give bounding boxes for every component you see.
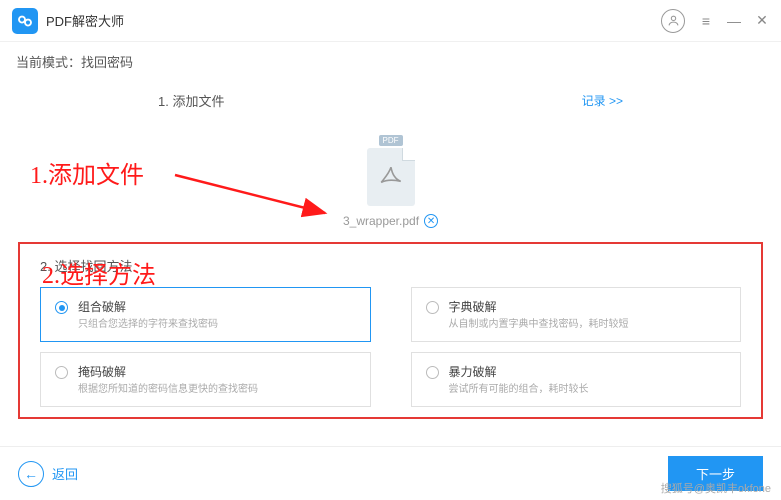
radio-icon: [426, 366, 439, 379]
annotation-arrow-icon: [170, 165, 340, 225]
mode-label: 当前模式：: [16, 55, 81, 70]
user-icon[interactable]: [661, 9, 685, 33]
remove-file-icon[interactable]: ✕: [424, 214, 438, 228]
radio-icon: [55, 301, 68, 314]
app-logo: [12, 8, 38, 34]
method-brute[interactable]: 暴力破解 尝试所有可能的组合，耗时较长: [411, 352, 742, 407]
method-desc: 尝试所有可能的组合，耗时较长: [449, 383, 727, 396]
history-link[interactable]: 记录 >>: [582, 92, 623, 109]
method-name: 掩码破解: [78, 363, 356, 380]
annotation-2: 2.选择方法: [42, 255, 156, 290]
method-combination[interactable]: 组合破解 只组合您选择的字符来查找密码: [40, 287, 371, 342]
method-desc: 根据您所知道的密码信息更快的查找密码: [78, 383, 356, 396]
annotation-1: 1.添加文件: [30, 155, 144, 190]
method-mask[interactable]: 掩码破解 根据您所知道的密码信息更快的查找密码: [40, 352, 371, 407]
watermark: 搜狐号@奥凯丰okfone: [661, 480, 771, 496]
close-button[interactable]: ✕: [755, 12, 769, 29]
step1-label: 1. 添加文件: [158, 91, 224, 110]
method-desc: 从自制或内置字典中查找密码，耗时较短: [449, 318, 727, 331]
method-name: 暴力破解: [449, 363, 727, 380]
radio-icon: [55, 366, 68, 379]
back-label: 返回: [52, 464, 78, 483]
pdf-badge: PDF: [379, 135, 403, 146]
mode-value: 找回密码: [81, 55, 133, 70]
app-title: PDF解密大师: [46, 11, 124, 30]
method-name: 组合破解: [78, 298, 356, 315]
mode-bar: 当前模式：找回密码: [0, 42, 781, 81]
method-dictionary[interactable]: 字典破解 从自制或内置字典中查找密码，耗时较短: [411, 287, 742, 342]
menu-button[interactable]: ≡: [699, 13, 713, 29]
minimize-button[interactable]: —: [727, 13, 741, 29]
file-name: 3_wrapper.pdf: [343, 214, 419, 228]
pdf-file-icon: [367, 148, 415, 206]
title-bar: PDF解密大师 ≡ — ✕: [0, 0, 781, 42]
radio-icon: [426, 301, 439, 314]
back-button[interactable]: ← 返回: [18, 461, 78, 487]
method-desc: 只组合您选择的字符来查找密码: [78, 318, 356, 331]
back-arrow-icon: ←: [18, 461, 44, 487]
method-name: 字典破解: [449, 298, 727, 315]
